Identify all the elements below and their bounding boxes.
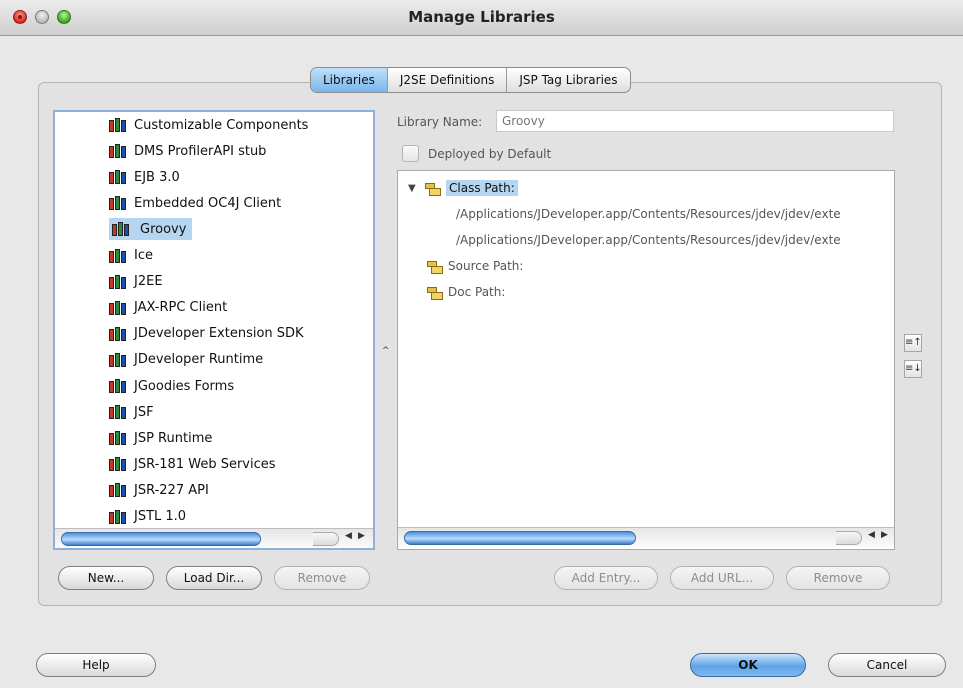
tree-hscroll-track-end [836,531,862,545]
library-list-item[interactable]: JDeveloper Extension SDK [109,323,304,345]
tab-j2se-definitions[interactable]: J2SE Definitions [386,68,507,92]
library-books-icon [109,144,127,159]
library-list-item-label: JDeveloper Runtime [134,352,264,368]
remove-library-button[interactable]: Remove [274,566,370,590]
window-title: Manage Libraries [408,8,555,26]
source-path-node[interactable]: Source Path: [426,255,523,277]
cancel-button[interactable]: Cancel [828,653,946,677]
library-books-icon [109,457,127,472]
library-books-icon [109,248,127,263]
deployed-by-default-checkbox[interactable] [402,145,419,162]
title-bar: Manage Libraries [0,0,963,36]
library-list-item[interactable]: Groovy [109,218,193,241]
library-list-item-label: Ice [134,248,153,263]
library-books-icon [109,379,127,393]
doc-path-node[interactable]: Doc Path: [426,281,505,303]
source-path-label: Source Path: [448,259,524,273]
library-list-item-label: Customizable Components [134,117,309,133]
library-list-item-label: JSF [134,404,154,420]
library-list-item-label: J2EE [134,274,163,290]
tab-bar: Libraries J2SE Definitions JSP Tag Libra… [310,67,631,93]
list-horizontal-scroll-thumb[interactable] [61,532,261,546]
library-books-icon [109,118,127,132]
library-list-item-label: EJB 3.0 [134,169,180,185]
class-path-label: Class Path: [446,180,518,196]
library-list-item[interactable]: Embedded OC4J Client [109,192,281,214]
deployed-by-default-label: Deployed by Default [428,147,552,161]
library-list-item[interactable]: JAX-RPC Client [109,297,227,319]
tree-horizontal-scroll-thumb[interactable] [404,531,636,545]
library-list-item[interactable]: Ice [109,245,153,267]
tab-libraries[interactable]: Libraries [311,68,387,92]
library-list-item[interactable]: JSF [109,401,154,423]
library-list-item-label: JSR-181 Web Services [134,456,276,472]
expanded-triangle-icon[interactable]: ▼ [408,183,418,194]
doc-path-label: Doc Path: [448,285,506,299]
list-hscroll-track-end [313,532,339,546]
library-list-item-label: JAX-RPC Client [134,300,228,316]
library-list-item[interactable]: JSTL 1.0 [109,506,186,528]
library-books-icon [109,196,127,211]
library-list-item[interactable]: JSP Runtime [109,427,212,449]
library-list-item-label: JGoodies Forms [134,378,235,394]
library-books-icon [109,509,127,524]
library-name-field[interactable]: Groovy [496,110,894,132]
class-path-entry[interactable]: /Applications/JDeveloper.app/Contents/Re… [456,229,841,251]
scroll-right-arrow-icon[interactable]: ▶ [358,531,365,541]
library-list-item[interactable]: Customizable Components [109,114,308,136]
add-entry-button[interactable]: Add Entry... [554,566,658,590]
library-list-item[interactable]: EJB 3.0 [109,166,180,188]
library-list-item-label: DMS ProfilerAPI stub [134,143,267,159]
add-url-button[interactable]: Add URL... [670,566,774,590]
library-list-item-label: JDeveloper Extension SDK [134,326,304,342]
move-down-icon[interactable]: ≡↓ [904,360,922,378]
remove-entry-button[interactable]: Remove [786,566,890,590]
library-books-icon [112,222,130,237]
tab-jsp-tag-libraries[interactable]: JSP Tag Libraries [506,68,629,92]
help-button[interactable]: Help [36,653,156,677]
library-books-icon [109,352,127,367]
library-books-icon [109,431,127,446]
library-books-icon [109,300,127,315]
library-books-icon [109,274,127,289]
library-list-item[interactable]: JDeveloper Runtime [109,349,263,371]
list-horizontal-scrollbar[interactable]: ◀ ▶ [55,528,373,548]
library-list-item[interactable]: JGoodies Forms [109,375,234,397]
library-books-icon [109,326,127,341]
library-list[interactable]: Customizable Components DMS ProfilerAPI s… [53,110,375,550]
path-tree[interactable]: ▼ Class Path: /Applications/JDeveloper.a… [397,170,895,550]
class-path-node[interactable]: ▼ Class Path: [408,177,518,199]
manage-libraries-window: Manage Libraries Libraries J2SE Definiti… [0,0,963,688]
folder-tree-icon [426,285,443,300]
library-list-item[interactable]: JSR-227 API [109,479,209,501]
library-books-icon [109,483,127,498]
library-list-item[interactable]: J2EE [109,271,163,293]
tree-horizontal-scrollbar[interactable]: ◀ ▶ [398,527,894,547]
class-path-entry[interactable]: /Applications/JDeveloper.app/Contents/Re… [456,203,841,225]
new-library-button[interactable]: New... [58,566,154,590]
library-list-item-label: JSP Runtime [134,430,213,446]
library-list-item-label: Embedded OC4J Client [134,195,282,211]
load-dir-button[interactable]: Load Dir... [166,566,262,590]
move-up-icon[interactable]: ≡↑ [904,334,922,352]
scroll-right-arrow-icon[interactable]: ▶ [881,530,888,540]
folder-tree-icon [424,181,441,196]
library-list-item-label: JSR-227 API [134,482,209,498]
library-list-item[interactable]: DMS ProfilerAPI stub [109,140,266,162]
ok-button[interactable]: OK [690,653,806,677]
scroll-left-arrow-icon[interactable]: ◀ [868,530,875,540]
split-pane-divider-arrow-icon[interactable]: ^ [382,346,390,356]
library-list-item-label: JSTL 1.0 [134,509,187,524]
library-books-icon [109,405,127,420]
library-list-item-label: Groovy [137,220,190,238]
library-list-item[interactable]: JSR-181 Web Services [109,453,276,475]
scroll-left-arrow-icon[interactable]: ◀ [345,531,352,541]
library-name-label: Library Name: [397,115,483,129]
folder-tree-icon [426,259,443,274]
library-books-icon [109,170,127,185]
